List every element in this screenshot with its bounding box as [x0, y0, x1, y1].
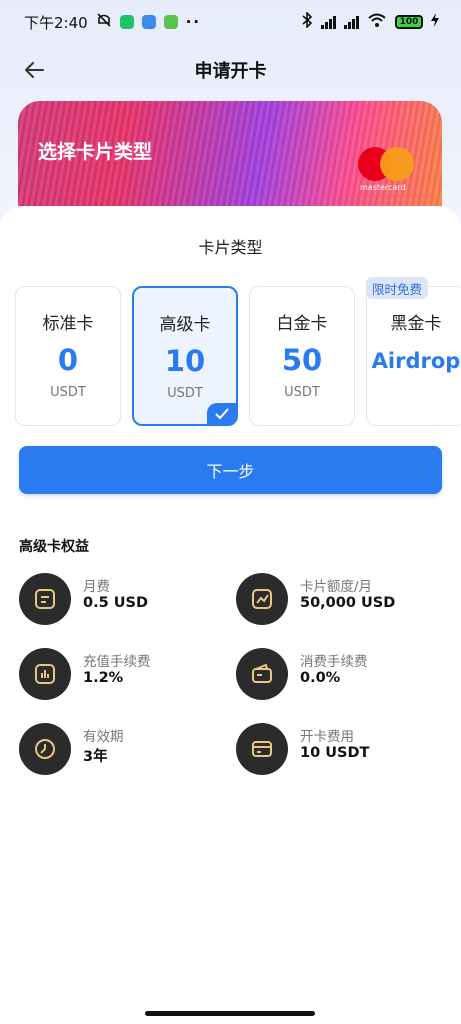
trend-chart-icon: [236, 573, 288, 625]
card-option-name: 标准卡: [42, 314, 94, 334]
bill-icon: [19, 573, 71, 625]
page-title: 申请开卡: [194, 61, 267, 82]
card-option-name: 白金卡: [276, 314, 328, 334]
card-option-platinum[interactable]: 白金卡 50 USDT: [249, 286, 355, 426]
next-step-button[interactable]: 下一步: [19, 446, 442, 494]
benefit-label: 月费: [83, 579, 110, 595]
card-option-standard[interactable]: 标准卡 0 USDT: [15, 286, 121, 426]
more-notifications: ··: [185, 13, 202, 31]
bar-chart-icon: [19, 648, 71, 700]
mastercard-wordmark: mastercard: [360, 183, 406, 192]
benefit-label: 卡片额度/月: [300, 579, 373, 595]
signal-icon: [344, 15, 359, 29]
status-time: 下午2:40: [24, 13, 88, 32]
mute-icon: [96, 12, 112, 32]
card-preview-title: 选择卡片类型: [38, 141, 153, 163]
sheet-title: 卡片类型: [198, 238, 263, 257]
signal-icon: [321, 15, 336, 29]
card-option-price: 0: [57, 343, 79, 377]
card-type-options: 标准卡 0 USDT 高级卡 10 USDT 白金卡 50 USDT 黑金卡 A…: [0, 277, 461, 428]
card-type-sheet: 卡片类型 标准卡 0 USDT 高级卡 10 USDT 白金卡 50 USDT …: [0, 206, 461, 1024]
benefit-label: 有效期: [83, 729, 124, 745]
mastercard-logo: mastercard: [358, 147, 416, 195]
card-icon: [236, 723, 288, 775]
app-header: 申请开卡: [0, 48, 461, 92]
benefit-value: 0.5 USD: [83, 595, 148, 611]
benefit-value: 3年: [83, 749, 108, 765]
card-option-price: 10: [164, 344, 206, 378]
card-option-price: 50: [281, 343, 323, 377]
battery-icon: 100: [395, 15, 423, 29]
clock-icon: [19, 723, 71, 775]
card-option-black-gold[interactable]: 黑金卡 Airdrop: [366, 286, 461, 426]
status-bar: 下午2:40 ·· 100: [0, 0, 461, 44]
download-icon: [163, 15, 178, 29]
benefit-monthly-fee: 月费 0.5 USD: [19, 573, 219, 627]
benefit-card-limit: 卡片额度/月 50,000 USD: [236, 573, 436, 627]
wallet-icon: [236, 648, 288, 700]
benefit-value: 0.0%: [300, 670, 341, 686]
home-indicator[interactable]: [145, 1011, 315, 1016]
benefits-title: 高级卡权益: [19, 539, 89, 555]
card-option-unit: USDT: [284, 385, 320, 400]
benefit-value: 50,000 USD: [300, 595, 396, 611]
wifi-icon: [367, 12, 387, 32]
card-option-premium[interactable]: 高级卡 10 USDT: [132, 286, 238, 426]
back-button[interactable]: [18, 54, 50, 86]
wechat-icon: [119, 15, 134, 29]
benefit-topup-fee: 充值手续费 1.2%: [19, 648, 219, 702]
app-notification-icon: [141, 15, 156, 29]
bluetooth-icon: [301, 11, 313, 32]
check-icon: [207, 403, 237, 425]
benefit-opening-fee: 开卡费用 10 USDT: [236, 723, 436, 777]
benefit-validity: 有效期 3年: [19, 723, 219, 777]
benefit-label: 充值手续费: [83, 654, 151, 670]
benefit-value: 10 USDT: [300, 745, 370, 761]
benefit-spending-fee: 消费手续费 0.0%: [236, 648, 436, 702]
benefit-value: 1.2%: [83, 670, 124, 686]
card-option-unit: USDT: [167, 386, 203, 401]
card-option-name: 黑金卡: [390, 314, 442, 334]
arrow-left-icon: [25, 62, 44, 78]
benefit-label: 消费手续费: [300, 654, 368, 670]
card-option-unit: USDT: [50, 385, 86, 400]
charging-icon: [431, 13, 439, 31]
card-option-name: 高级卡: [159, 315, 211, 335]
benefit-label: 开卡费用: [300, 729, 354, 745]
limited-free-badge: 限时免费: [366, 277, 428, 299]
card-option-price: Airdrop: [371, 349, 461, 373]
